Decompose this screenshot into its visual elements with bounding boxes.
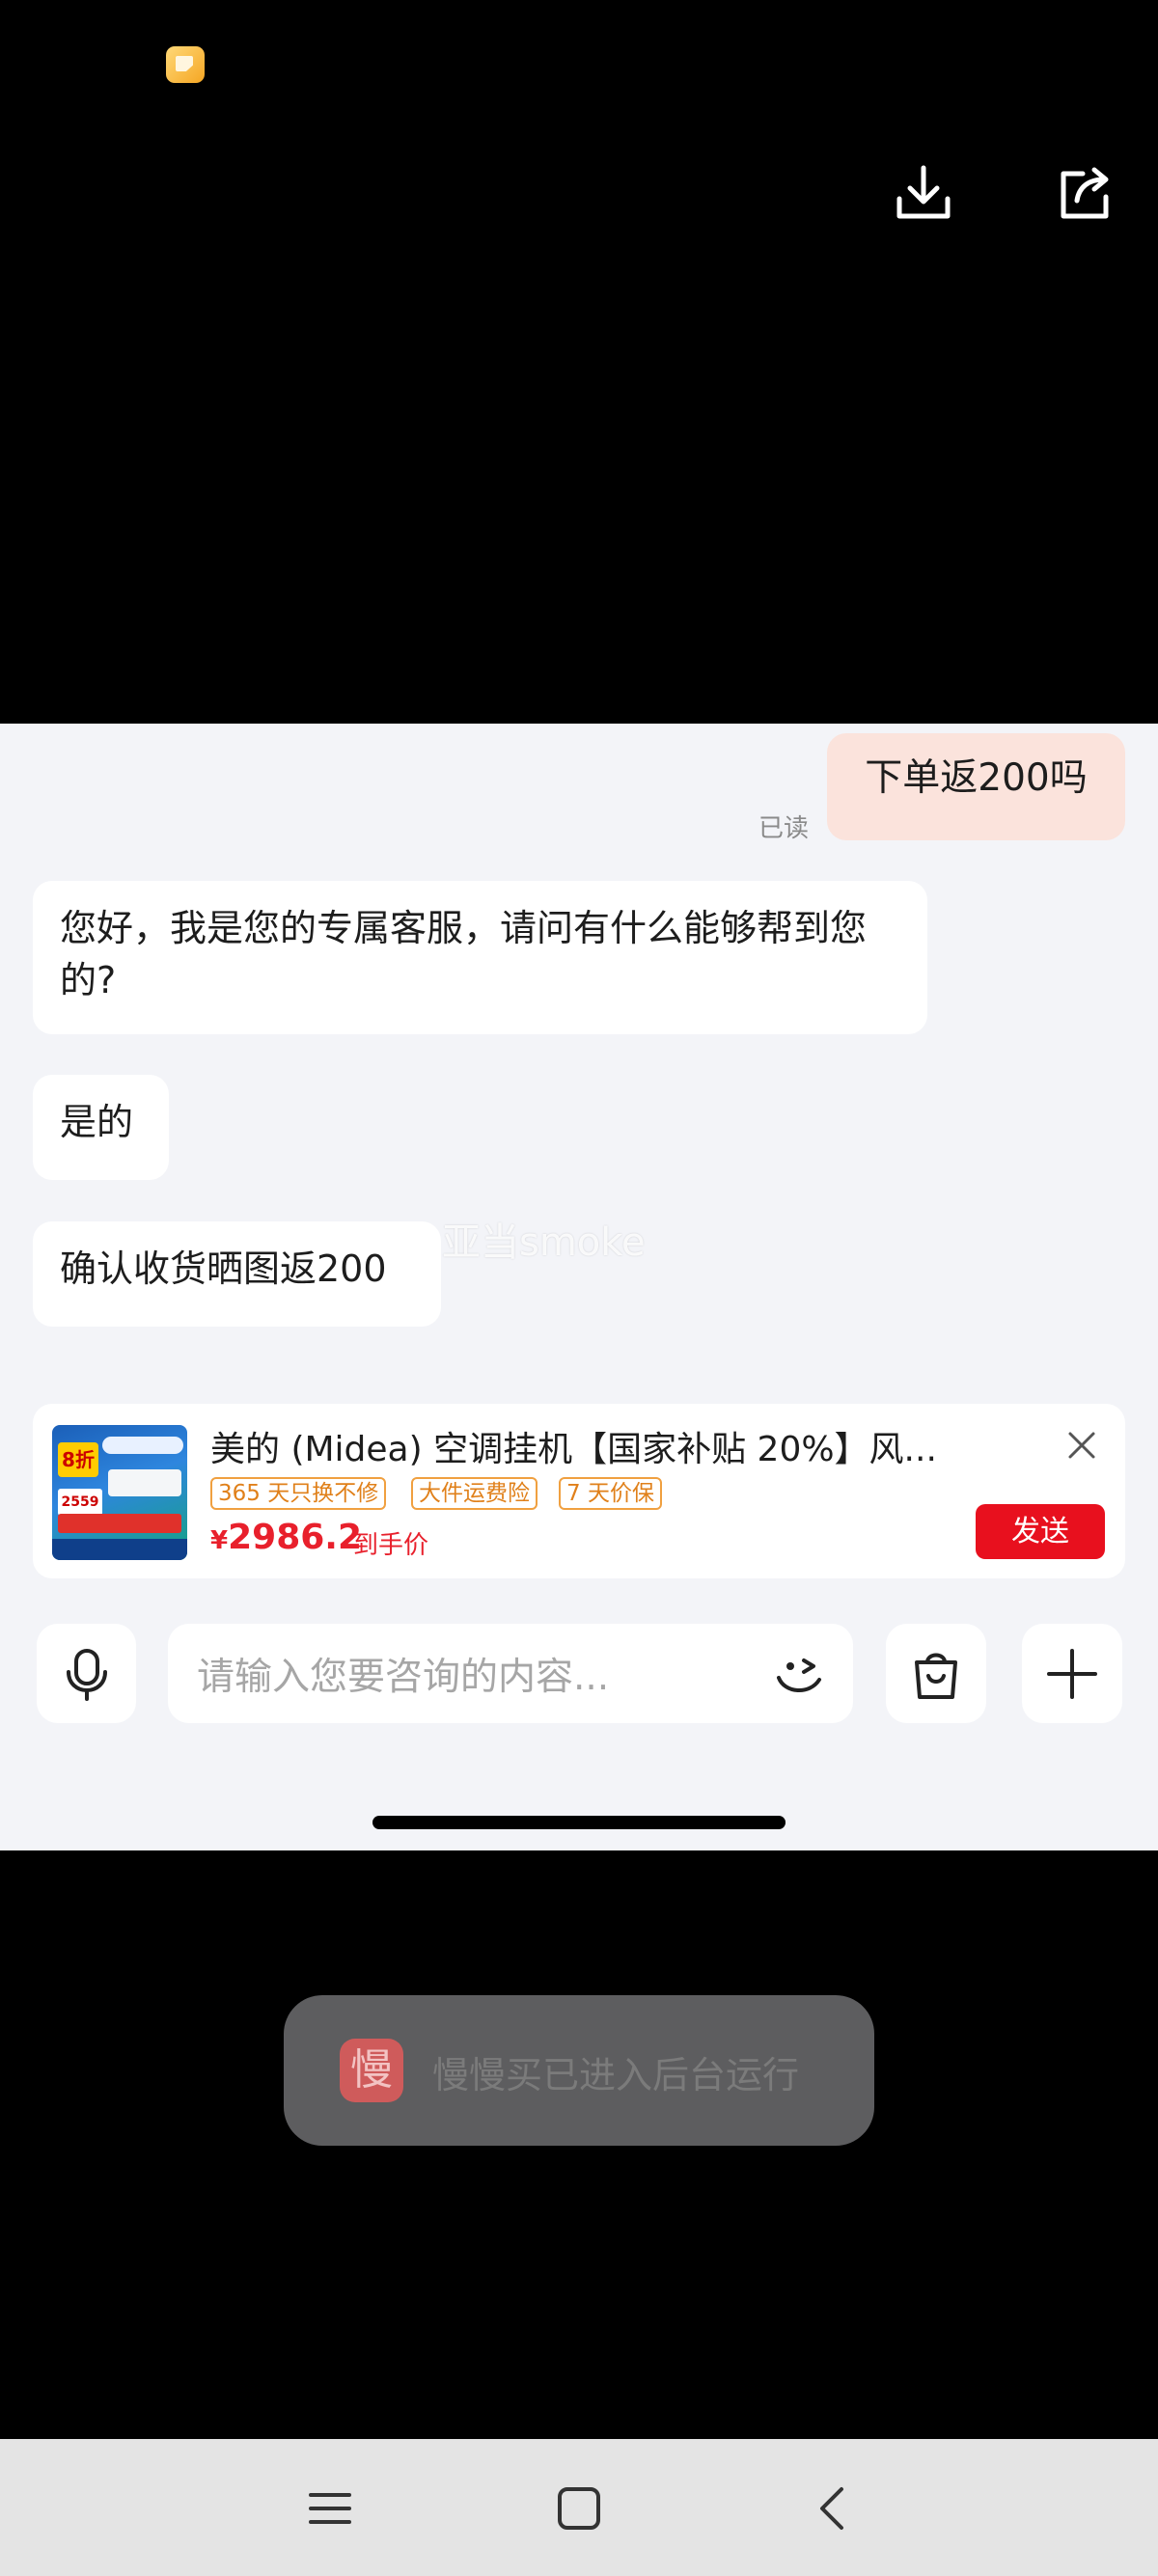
service-tag: 365 天只换不修 [210, 1477, 387, 1510]
chat-screenshot: 下单返200吗 已读 您好，我是您的专属客服，请问有什么能够帮到您的? 是的 确… [0, 724, 1158, 1850]
home-indicator [372, 1816, 786, 1829]
voice-input-button[interactable] [37, 1624, 136, 1723]
agent-message-bubble: 是的 [33, 1075, 169, 1180]
app-icon: 慢 [340, 2039, 403, 2102]
share-icon[interactable] [1054, 162, 1116, 224]
menu-icon[interactable] [303, 2481, 357, 2535]
user-message-bubble: 下单返200吗 [827, 733, 1125, 840]
microphone-icon [67, 1649, 107, 1701]
message-input[interactable]: 请输入您要咨询的内容... [168, 1624, 853, 1723]
thumb-discount-badge: 8折 [58, 1442, 98, 1477]
back-icon[interactable] [807, 2481, 861, 2535]
home-icon[interactable] [552, 2481, 606, 2535]
emoji-icon[interactable] [771, 1645, 829, 1703]
price-value: 2986.2 [228, 1518, 363, 1557]
gallery-app-icon [166, 46, 205, 83]
close-icon[interactable] [1065, 1429, 1098, 1462]
thumb-price-badge: 2559 [58, 1489, 102, 1516]
shopping-bag-button[interactable] [886, 1624, 986, 1723]
download-icon[interactable] [893, 162, 954, 224]
agent-message-bubble: 您好，我是您的专属客服，请问有什么能够帮到您的? [33, 881, 927, 1034]
watermark: 亚当smoke [442, 1220, 646, 1265]
plus-icon [1047, 1649, 1097, 1699]
product-card[interactable]: 8折 2559 美的 (Midea) 空调挂机【国家补贴 20%】风... 36… [33, 1404, 1125, 1578]
price-suffix: 到手价 [353, 1531, 429, 1560]
product-price: ¥2986.2 [210, 1518, 362, 1557]
system-navigation-bar [0, 2439, 1158, 2576]
input-placeholder: 请输入您要咨询的内容... [197, 1656, 610, 1699]
send-button[interactable]: 发送 [976, 1504, 1105, 1559]
currency-symbol: ¥ [210, 1526, 229, 1555]
agent-message-bubble: 确认收货晒图返200 [33, 1221, 441, 1327]
product-title[interactable]: 美的 (Midea) 空调挂机【国家补贴 20%】风... [210, 1421, 982, 1471]
service-tag: 大件运费险 [411, 1477, 538, 1510]
product-thumbnail[interactable]: 8折 2559 [52, 1425, 187, 1560]
shopping-bag-icon [915, 1653, 957, 1699]
service-tag: 7 天价保 [559, 1477, 662, 1510]
air-conditioner-image [108, 1469, 181, 1496]
toast-notification: 慢 慢慢买已进入后台运行 [284, 1995, 874, 2146]
read-receipt: 已读 [758, 814, 810, 843]
more-options-button[interactable] [1022, 1624, 1122, 1723]
toast-text: 慢慢买已进入后台运行 [432, 2054, 800, 2096]
